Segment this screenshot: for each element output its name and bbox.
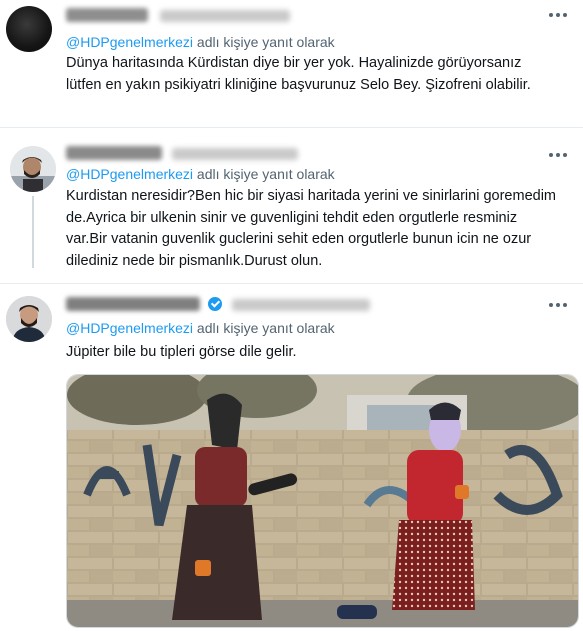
tweet-text-line: Jüpiter bile bu tipleri görse dile gelir… [66,344,297,360]
avatar[interactable] [6,296,52,342]
handle-blurred[interactable] [232,299,370,311]
display-name-blurred[interactable] [66,8,148,22]
mention-link[interactable]: @HDPgenelmerkezi [66,320,193,336]
verified-icon [208,297,222,311]
tweet-text-line: de.Ayrica bir ulkenin sinir ve guvenligi… [66,209,518,226]
display-name-blurred[interactable] [66,297,200,311]
thread-line [32,196,34,268]
mention-link[interactable]: @HDPgenelmerkezi [66,34,193,50]
avatar[interactable] [6,6,52,52]
handle-blurred[interactable] [172,148,298,160]
tweet-1[interactable]: @HDPgenelmerkezi adlı kişiye yanıt olara… [0,0,583,127]
reply-context-label: adlı kişiye yanıt olarak [193,166,335,182]
avatar[interactable] [10,146,56,192]
reply-context: @HDPgenelmerkezi adlı kişiye yanıt olara… [66,34,335,50]
more-icon[interactable] [549,150,569,160]
tweet-text-line: var.Bir vatanin guvenlik guclerini sehit… [66,231,532,247]
more-icon[interactable] [549,10,569,20]
more-icon[interactable] [549,300,569,310]
display-name-blurred[interactable] [66,146,162,160]
tweet-text: Kurdistan neresidir?Ben hic bir siyasi h… [66,186,571,272]
reply-context: @HDPgenelmerkezi adlı kişiye yanıt olara… [66,166,335,182]
tweet-text: Dünya haritasında Kürdistan diye bir yer… [66,53,571,96]
reply-context-label: adlı kişiye yanıt olarak [193,34,335,50]
tweet-text-line: Dünya haritasında Kürdistan diye bir yer… [66,55,522,71]
reply-context: @HDPgenelmerkezi adlı kişiye yanıt olara… [66,320,335,336]
tweet-text: Jüpiter bile bu tipleri görse dile gelir… [66,342,571,364]
tweet-text-line: lütfen en yakın psikiyatri kliniğine baş… [66,76,531,93]
mention-link[interactable]: @HDPgenelmerkezi [66,166,193,182]
handle-blurred[interactable] [160,10,290,22]
tweet-media-image[interactable] [66,374,579,628]
tweet-text-line: dilediniz nede bir pismanlık.Durust olun… [66,252,323,269]
tweet-text-line: Kurdistan neresidir?Ben hic bir siyasi h… [66,188,556,204]
reply-context-label: adlı kişiye yanıt olarak [193,320,335,336]
